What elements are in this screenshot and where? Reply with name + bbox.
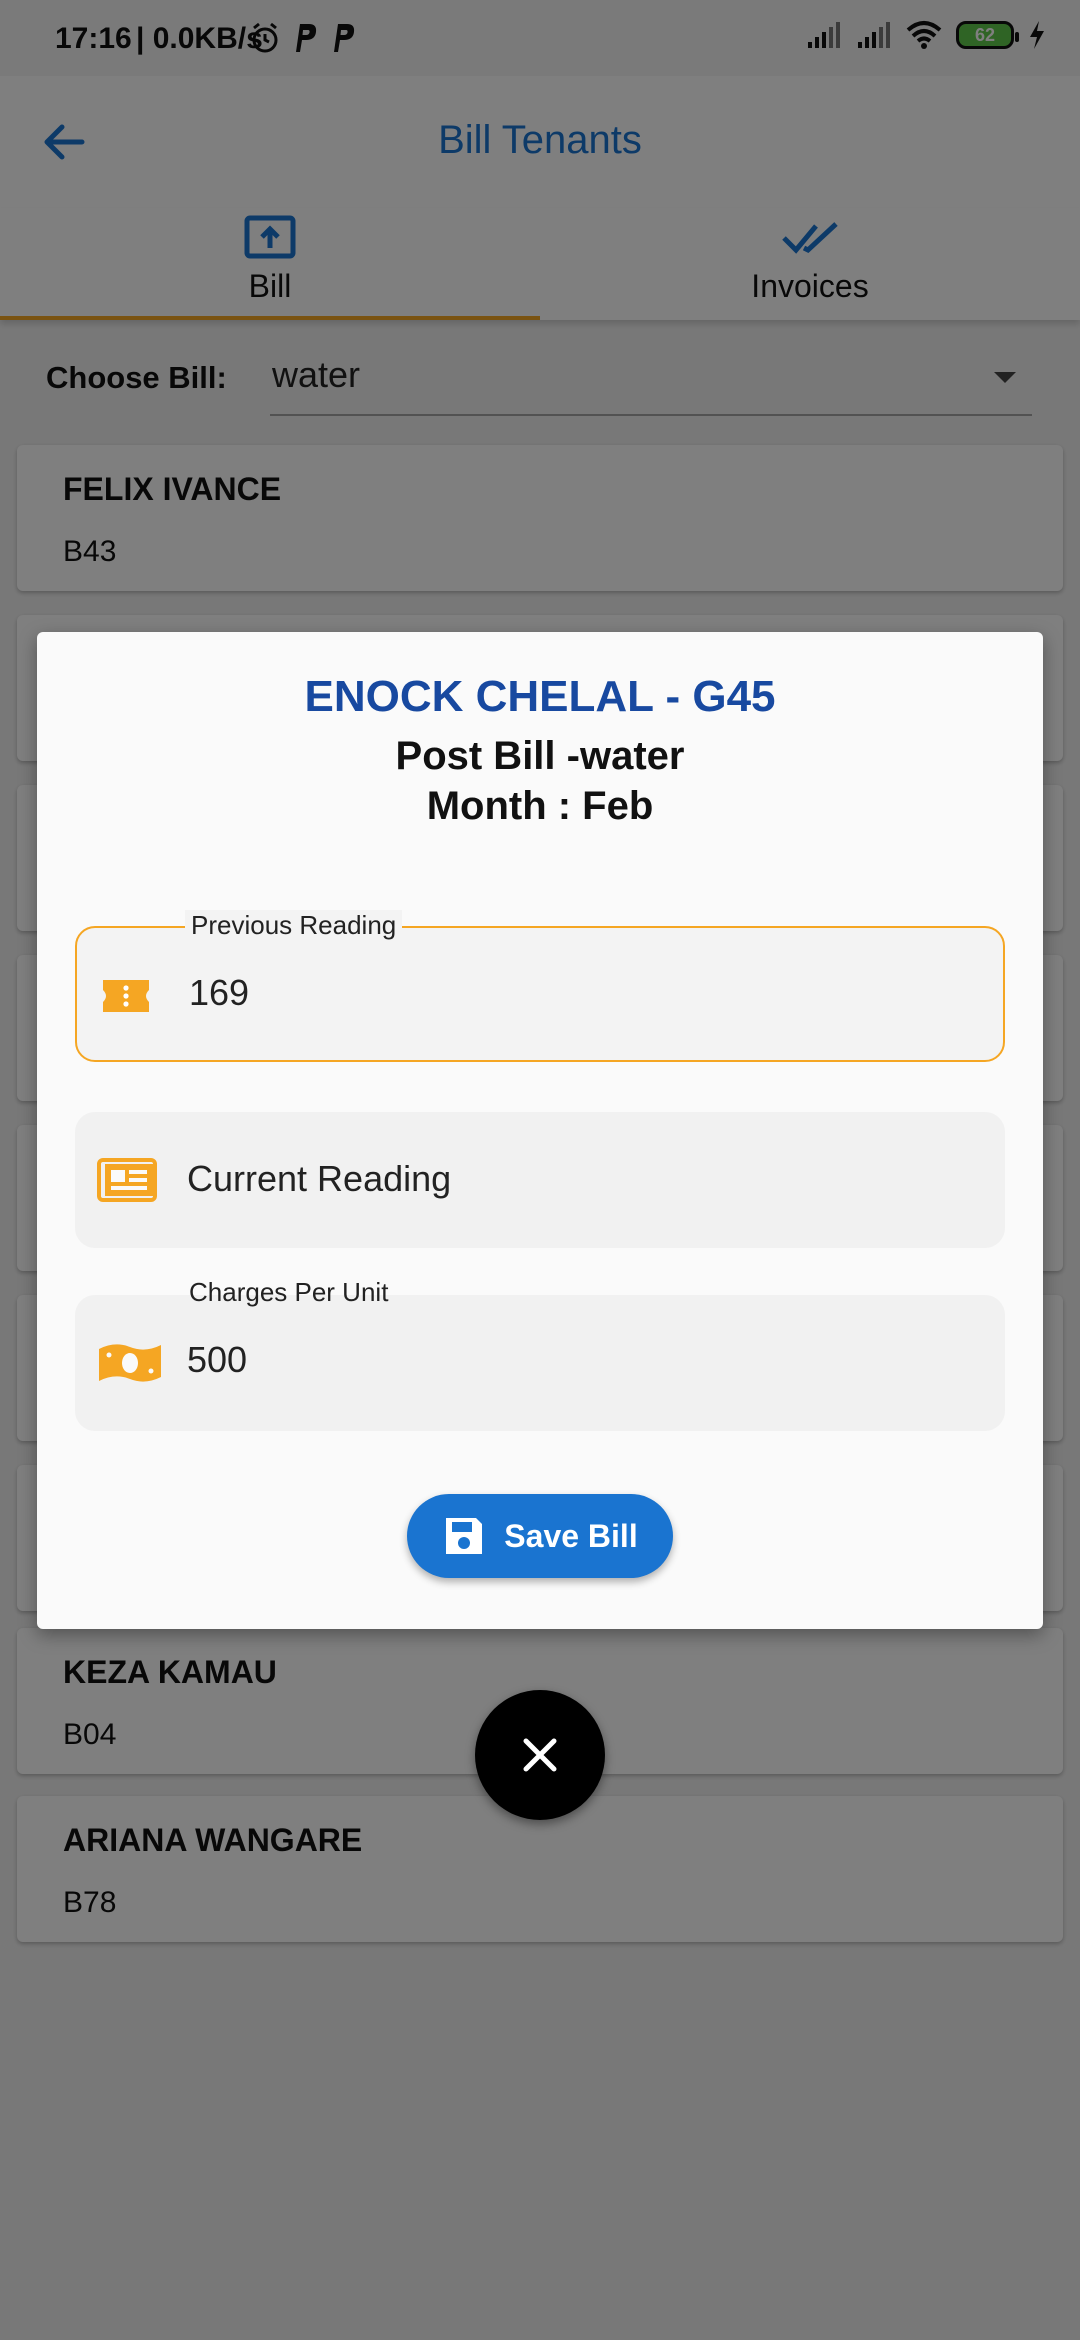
current-reading-field[interactable]: Current Reading bbox=[75, 1112, 1005, 1248]
post-bill-dialog: ENOCK CHELAL - G45 Post Bill -water Mont… bbox=[37, 632, 1043, 1629]
charges-per-unit-field[interactable]: Charges Per Unit 500 bbox=[75, 1277, 1005, 1431]
charges-per-unit-input: 500 bbox=[187, 1339, 248, 1380]
money-icon bbox=[99, 1344, 161, 1382]
save-bill-label: Save Bill bbox=[504, 1517, 638, 1554]
close-icon bbox=[523, 1738, 557, 1772]
ticket-icon bbox=[103, 980, 149, 1012]
charges-per-unit-label: Charges Per Unit bbox=[189, 1277, 389, 1307]
dialog-subtitle: Post Bill -water bbox=[395, 734, 685, 778]
dialog-month: Month : Feb bbox=[426, 784, 654, 828]
previous-reading-field[interactable]: Previous Reading 169 bbox=[75, 910, 1005, 1062]
close-dialog-button[interactable] bbox=[475, 1690, 605, 1820]
floppy-disk-icon bbox=[446, 1518, 483, 1554]
dialog-title: ENOCK CHELAL - G45 bbox=[304, 672, 776, 721]
previous-reading-label: Previous Reading bbox=[185, 910, 403, 941]
previous-reading-input: 169 bbox=[189, 972, 250, 1013]
current-reading-placeholder: Current Reading bbox=[187, 1158, 452, 1199]
save-bill-button[interactable]: Save Bill bbox=[407, 1494, 673, 1578]
newspaper-icon bbox=[97, 1158, 157, 1202]
